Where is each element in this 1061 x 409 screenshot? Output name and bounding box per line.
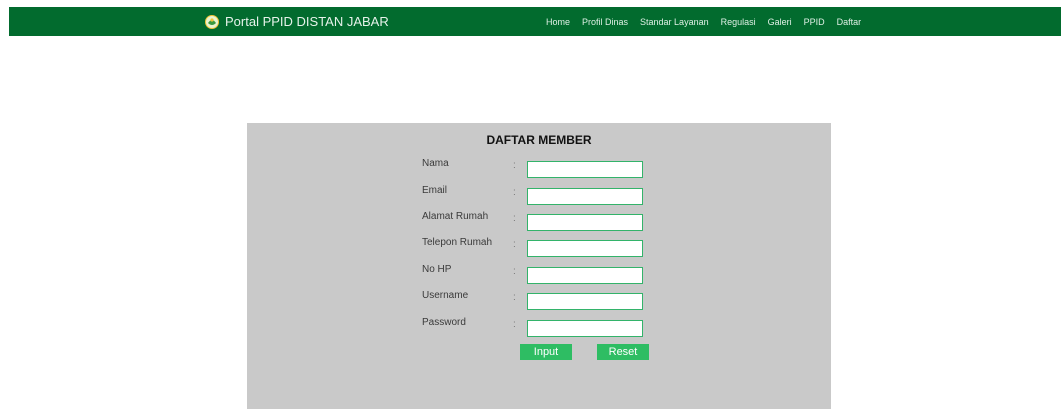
nav-item-home[interactable]: Home [546, 17, 570, 27]
field-separator: : [513, 187, 516, 198]
field-label-password: Password [422, 317, 466, 328]
telepon-rumah-input[interactable] [527, 240, 643, 257]
no-hp-input[interactable] [527, 267, 643, 284]
field-separator: : [513, 266, 516, 277]
register-panel: DAFTAR MEMBER Nama : Email : Alamat Ruma… [247, 123, 831, 409]
field-label-username: Username [422, 290, 469, 301]
field-separator: : [513, 239, 516, 250]
field-label-telepon-rumah: Telepon Rumah [422, 237, 493, 248]
reset-button[interactable]: Reset [597, 344, 649, 360]
field-separator: : [513, 292, 516, 303]
brand-title: Portal PPID DISTAN JABAR [225, 14, 389, 29]
nav-item-ppid[interactable]: PPID [804, 17, 825, 27]
top-navbar: Portal PPID DISTAN JABAR Home Profil Din… [9, 7, 1061, 36]
brand[interactable]: Portal PPID DISTAN JABAR [205, 7, 389, 36]
username-input[interactable] [527, 293, 643, 310]
leaf-seal-icon [205, 14, 219, 29]
password-input[interactable] [527, 320, 643, 337]
field-label-email: Email [422, 185, 448, 196]
field-label-nama: Nama [422, 158, 449, 169]
alamat-rumah-input[interactable] [527, 214, 643, 231]
nav-item-daftar[interactable]: Daftar [837, 17, 862, 27]
nav-item-regulasi[interactable]: Regulasi [721, 17, 756, 27]
form-title: DAFTAR MEMBER [486, 133, 592, 147]
nav-item-profil-dinas[interactable]: Profil Dinas [582, 17, 628, 27]
nav-menu: Home Profil Dinas Standar Layanan Regula… [546, 7, 873, 36]
field-separator: : [513, 213, 516, 224]
field-label-no-hp: No HP [422, 264, 452, 275]
field-label-alamat-rumah: Alamat Rumah [422, 211, 489, 222]
email-input[interactable] [527, 188, 643, 205]
nav-item-standar-layanan[interactable]: Standar Layanan [640, 17, 709, 27]
input-button[interactable]: Input [520, 344, 572, 360]
nama-input[interactable] [527, 161, 643, 178]
field-separator: : [513, 319, 516, 330]
field-separator: : [513, 160, 516, 171]
nav-item-galeri[interactable]: Galeri [768, 17, 792, 27]
